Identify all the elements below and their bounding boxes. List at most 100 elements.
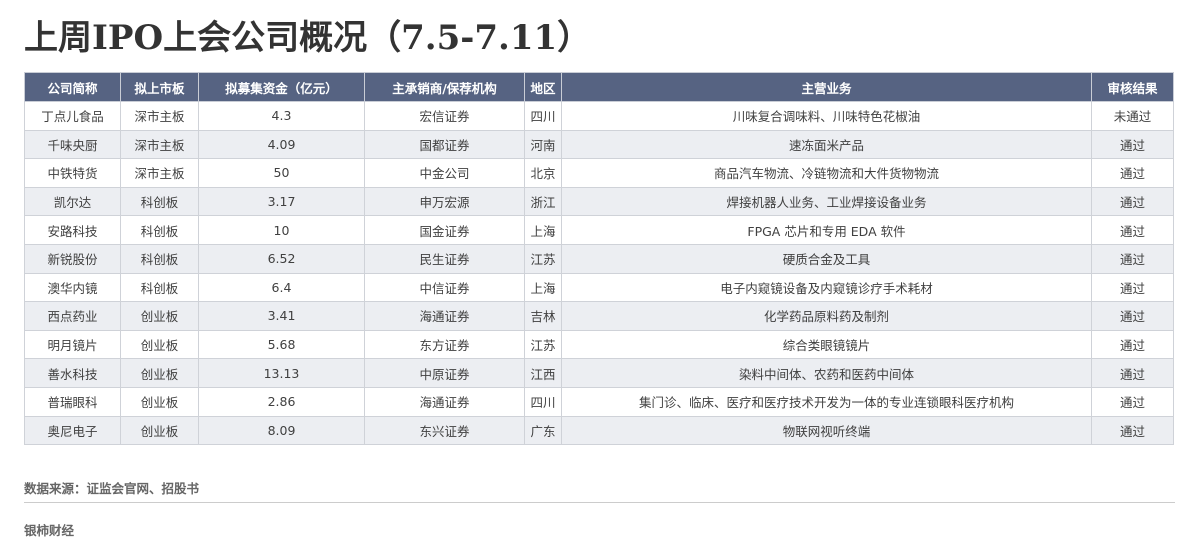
cell-company: 新锐股份 (24, 243, 121, 274)
cell-region: 四川 (524, 101, 562, 131)
cell-funds: 50 (198, 158, 365, 188)
cell-region: 江西 (524, 358, 562, 388)
cell-funds: 10 (198, 215, 365, 245)
table-row: 奥尼电子 创业板 8.09 东兴证券 广东 物联网视听终端 通过 (24, 415, 1174, 446)
cell-funds: 4.3 (198, 101, 365, 131)
cell-result: 通过 (1091, 215, 1174, 245)
cell-company: 千味央厨 (24, 129, 121, 160)
cell-underwriter: 中金公司 (364, 158, 525, 188)
cell-business: 集门诊、临床、医疗和医疗技术开发为一体的专业连锁眼科医疗机构 (561, 386, 1092, 417)
cell-result: 通过 (1091, 186, 1174, 217)
cell-region: 河南 (524, 129, 562, 160)
cell-result: 通过 (1091, 129, 1174, 160)
cell-board: 创业板 (120, 386, 199, 417)
table-row: 千味央厨 深市主板 4.09 国都证券 河南 速冻面米产品 通过 (24, 129, 1174, 160)
cell-result: 通过 (1091, 415, 1174, 446)
cell-business: 电子内窥镜设备及内窥镜诊疗手术耗材 (561, 272, 1092, 303)
cell-funds: 3.41 (198, 301, 365, 331)
cell-company: 中铁特货 (24, 158, 121, 188)
cell-board: 科创板 (120, 243, 199, 274)
cell-underwriter: 宏信证券 (364, 101, 525, 131)
cell-region: 浙江 (524, 186, 562, 217)
table-row: 普瑞眼科 创业板 2.86 海通证券 四川 集门诊、临床、医疗和医疗技术开发为一… (24, 386, 1174, 417)
cell-business: 川味复合调味料、川味特色花椒油 (561, 101, 1092, 131)
cell-business: 商品汽车物流、冷链物流和大件货物物流 (561, 158, 1092, 188)
cell-board: 创业板 (120, 301, 199, 331)
cell-business: 染料中间体、农药和医药中间体 (561, 358, 1092, 388)
footer-divider (24, 502, 1175, 503)
cell-underwriter: 国都证券 (364, 129, 525, 160)
cell-business: 焊接机器人业务、工业焊接设备业务 (561, 186, 1092, 217)
header-underwriter: 主承销商/保荐机构 (364, 72, 525, 102)
cell-underwriter: 中信证券 (364, 272, 525, 303)
cell-business: 物联网视听终端 (561, 415, 1092, 446)
cell-board: 科创板 (120, 272, 199, 303)
table-row: 新锐股份 科创板 6.52 民生证券 江苏 硬质合金及工具 通过 (24, 243, 1174, 274)
table-header-row: 公司简称 拟上市板 拟募集资金（亿元） 主承销商/保荐机构 地区 主营业务 审核… (24, 72, 1174, 102)
cell-result: 未通过 (1091, 101, 1174, 131)
table-row: 丁点儿食品 深市主板 4.3 宏信证券 四川 川味复合调味料、川味特色花椒油 未… (24, 101, 1174, 131)
cell-funds: 3.17 (198, 186, 365, 217)
page-title: 上周IPO上会公司概况（7.5-7.11） (24, 18, 592, 58)
cell-region: 上海 (524, 272, 562, 303)
cell-funds: 6.52 (198, 243, 365, 274)
table-row: 明月镜片 创业板 5.68 东方证券 江苏 综合类眼镜镜片 通过 (24, 329, 1174, 360)
cell-region: 四川 (524, 386, 562, 417)
cell-company: 安路科技 (24, 215, 121, 245)
cell-business: 综合类眼镜镜片 (561, 329, 1092, 360)
cell-underwriter: 海通证券 (364, 386, 525, 417)
cell-underwriter: 民生证券 (364, 243, 525, 274)
header-region: 地区 (524, 72, 562, 102)
cell-underwriter: 海通证券 (364, 301, 525, 331)
header-funds: 拟募集资金（亿元） (198, 72, 365, 102)
cell-region: 江苏 (524, 329, 562, 360)
table-row: 中铁特货 深市主板 50 中金公司 北京 商品汽车物流、冷链物流和大件货物物流 … (24, 158, 1174, 188)
cell-region: 上海 (524, 215, 562, 245)
cell-business: FPGA 芯片和专用 EDA 软件 (561, 215, 1092, 245)
cell-result: 通过 (1091, 243, 1174, 274)
cell-underwriter: 国金证券 (364, 215, 525, 245)
cell-underwriter: 中原证券 (364, 358, 525, 388)
cell-result: 通过 (1091, 386, 1174, 417)
cell-company: 西点药业 (24, 301, 121, 331)
cell-company: 凯尔达 (24, 186, 121, 217)
brand-name: 银柿财经 (24, 523, 75, 538)
cell-underwriter: 东兴证券 (364, 415, 525, 446)
cell-funds: 8.09 (198, 415, 365, 446)
header-result: 审核结果 (1091, 72, 1174, 102)
cell-board: 创业板 (120, 358, 199, 388)
table-row: 善水科技 创业板 13.13 中原证券 江西 染料中间体、农药和医药中间体 通过 (24, 358, 1174, 388)
table-row: 凯尔达 科创板 3.17 申万宏源 浙江 焊接机器人业务、工业焊接设备业务 通过 (24, 186, 1174, 217)
cell-company: 善水科技 (24, 358, 121, 388)
cell-board: 创业板 (120, 415, 199, 446)
cell-board: 创业板 (120, 329, 199, 360)
cell-underwriter: 申万宏源 (364, 186, 525, 217)
header-business: 主营业务 (561, 72, 1092, 102)
cell-business: 化学药品原料药及制剂 (561, 301, 1092, 331)
cell-board: 科创板 (120, 186, 199, 217)
cell-company: 丁点儿食品 (24, 101, 121, 131)
cell-funds: 6.4 (198, 272, 365, 303)
data-source-note: 数据来源：证监会官网、招股书 (24, 481, 200, 496)
cell-region: 江苏 (524, 243, 562, 274)
cell-result: 通过 (1091, 301, 1174, 331)
cell-funds: 13.13 (198, 358, 365, 388)
header-company: 公司简称 (24, 72, 121, 102)
cell-region: 吉林 (524, 301, 562, 331)
ipo-table: 公司简称 拟上市板 拟募集资金（亿元） 主承销商/保荐机构 地区 主营业务 审核… (24, 72, 1174, 446)
cell-company: 普瑞眼科 (24, 386, 121, 417)
cell-result: 通过 (1091, 329, 1174, 360)
table-row: 澳华内镜 科创板 6.4 中信证券 上海 电子内窥镜设备及内窥镜诊疗手术耗材 通… (24, 272, 1174, 303)
cell-board: 科创板 (120, 215, 199, 245)
cell-company: 澳华内镜 (24, 272, 121, 303)
cell-underwriter: 东方证券 (364, 329, 525, 360)
table-row: 安路科技 科创板 10 国金证券 上海 FPGA 芯片和专用 EDA 软件 通过 (24, 215, 1174, 245)
cell-company: 奥尼电子 (24, 415, 121, 446)
cell-board: 深市主板 (120, 158, 199, 188)
cell-funds: 4.09 (198, 129, 365, 160)
cell-funds: 2.86 (198, 386, 365, 417)
cell-board: 深市主板 (120, 129, 199, 160)
cell-business: 硬质合金及工具 (561, 243, 1092, 274)
table-row: 西点药业 创业板 3.41 海通证券 吉林 化学药品原料药及制剂 通过 (24, 301, 1174, 331)
cell-result: 通过 (1091, 358, 1174, 388)
